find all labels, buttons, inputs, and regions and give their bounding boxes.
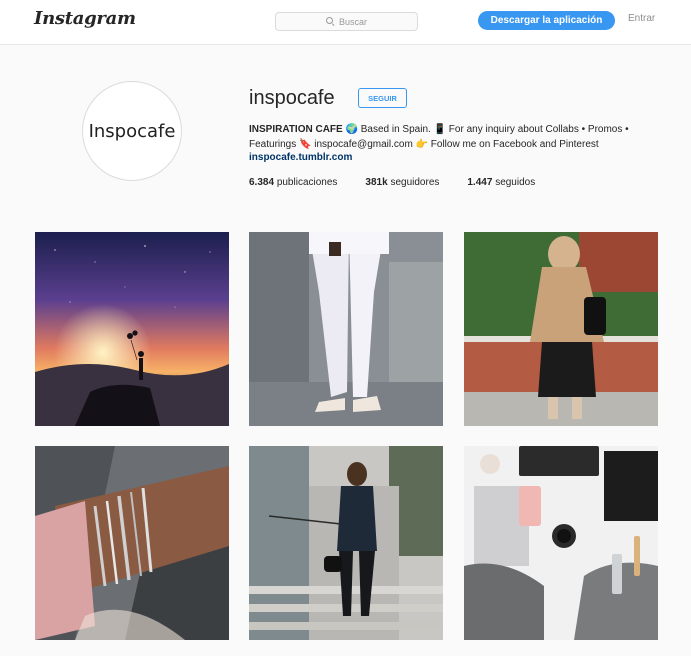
beige-sweater-street-photo	[464, 232, 658, 426]
search-icon	[325, 17, 335, 26]
login-link[interactable]: Entrar	[628, 13, 655, 24]
following-stat[interactable]: 1.447 seguidos	[467, 177, 535, 188]
top-navigation-bar: Instagram Buscar Descargar la aplicación…	[0, 0, 691, 45]
white-jeans-heels-photo	[249, 232, 443, 426]
followers-label: seguidores	[390, 177, 440, 188]
desk-flatlay-photo	[464, 446, 658, 640]
follow-button[interactable]: SEGUIR	[358, 88, 407, 108]
posts-label: publicaciones	[276, 177, 338, 188]
profile-username: inspocafe	[249, 87, 335, 109]
post-tile-blazer-stairs[interactable]	[249, 446, 443, 640]
post-tile-galaxy-sunset[interactable]	[35, 232, 229, 426]
avatar-text: Inspocafe	[88, 120, 176, 142]
search-input[interactable]: Buscar	[275, 12, 418, 31]
profile-stats: 6.384 publicaciones 381k seguidores 1.44…	[249, 177, 563, 188]
galaxy-sunset-photo	[35, 232, 229, 426]
following-count: 1.447	[467, 177, 493, 188]
posts-count: 6.384	[249, 177, 275, 188]
profile-website-link[interactable]: inspocafe.tumblr.com	[249, 152, 352, 163]
blazer-stairs-outfit-photo	[249, 446, 443, 640]
following-label: seguidos	[495, 177, 536, 188]
bracelets-wrist-photo	[35, 446, 229, 640]
post-tile-bracelets[interactable]	[35, 446, 229, 640]
instagram-logo[interactable]: Instagram	[34, 8, 136, 29]
profile-avatar: Inspocafe	[82, 81, 182, 181]
bio-full-name: INSPIRATION CAFE	[249, 124, 343, 135]
followers-stat[interactable]: 381k seguidores	[365, 177, 439, 188]
post-tile-white-jeans[interactable]	[249, 232, 443, 426]
search-placeholder: Buscar	[338, 16, 367, 27]
post-tile-beige-sweater[interactable]	[464, 232, 658, 426]
profile-bio: INSPIRATION CAFE 🌍 Based in Spain. 📱 For…	[249, 122, 669, 152]
posts-stat: 6.384 publicaciones	[249, 177, 337, 188]
followers-count: 381k	[365, 177, 388, 188]
post-tile-desk-flatlay[interactable]	[464, 446, 658, 640]
download-app-button[interactable]: Descargar la aplicación	[478, 11, 615, 30]
